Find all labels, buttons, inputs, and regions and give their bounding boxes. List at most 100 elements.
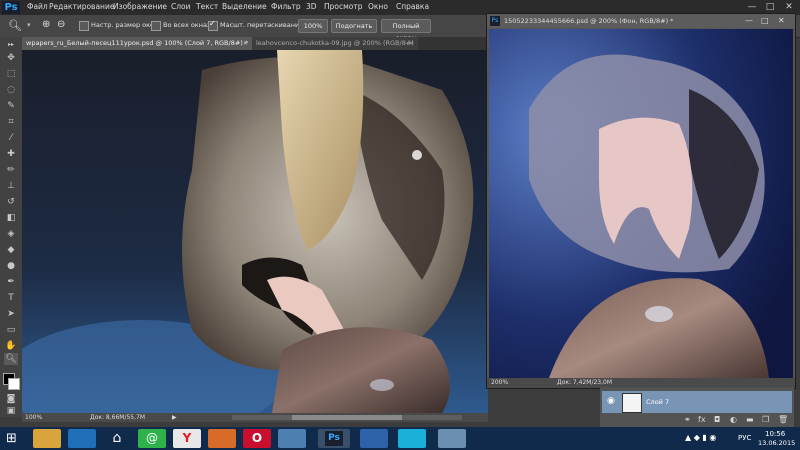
blur-tool-icon[interactable]: ◆ — [4, 244, 18, 256]
floating-doc-size: Док: 7,42М/23,0М — [557, 379, 613, 386]
tab-close-icon[interactable]: × — [409, 37, 414, 50]
resize-windows-checkbox[interactable] — [79, 21, 89, 31]
menu-file[interactable]: Файл — [27, 2, 48, 11]
maximize-icon[interactable]: □ — [762, 1, 778, 13]
horizontal-scrollbar[interactable] — [232, 415, 462, 420]
tab-label: leahovcenco-chukotka-09.jpg @ 200% (RGB/… — [256, 39, 414, 47]
shape-tool-icon[interactable]: ▭ — [4, 324, 18, 336]
link-layers-icon[interactable]: ⚭ — [684, 415, 691, 424]
quick-mask-icon[interactable]: ◙ — [4, 393, 18, 405]
menu-filter[interactable]: Фильтр — [271, 2, 301, 11]
marquee-tool-icon[interactable]: ⬚ — [4, 68, 18, 80]
tab-label: wpapers_ru_Белый-песец111урок.psd @ 100%… — [26, 39, 249, 47]
floating-zoom-value[interactable]: 200% — [491, 379, 508, 386]
sync-app-icon[interactable] — [398, 429, 426, 448]
toolbox: ▸▸ ✥ ⬚ ◌ ✎ ⌗ ⁄ ✚ ✏ ⊥ ↺ ◧ ◈ ◆ ● ✒ T ➤ ▭ ✋… — [0, 37, 23, 417]
bucket-tool-icon[interactable]: ◈ — [4, 228, 18, 240]
language-indicator[interactable]: РУС — [738, 434, 751, 442]
menu-3d[interactable]: 3D — [306, 2, 317, 11]
mask-icon[interactable]: ◘ — [714, 415, 720, 424]
minimize-icon[interactable]: — — [744, 1, 760, 13]
floating-canvas[interactable] — [489, 29, 793, 378]
zoom-out-icon[interactable]: ⊖ — [57, 19, 65, 30]
float-maximize-icon[interactable]: □ — [761, 14, 769, 28]
menu-image[interactable]: Изображение — [113, 2, 167, 11]
screen-mode-icon[interactable]: ▣ — [4, 405, 18, 417]
move-tool-icon[interactable]: ✥ — [4, 52, 18, 64]
computer-icon[interactable] — [68, 429, 96, 448]
adjustment-icon[interactable]: ◐ — [730, 415, 737, 424]
opera-icon[interactable]: O — [243, 429, 271, 448]
canvas-image — [22, 50, 488, 413]
quick-select-tool-icon[interactable]: ✎ — [4, 100, 18, 112]
fx-icon[interactable]: fx — [698, 415, 706, 424]
home-icon[interactable]: ⌂ — [103, 429, 131, 448]
main-canvas[interactable] — [22, 50, 488, 413]
status-arrow-icon[interactable]: ▶ — [172, 414, 177, 421]
paint-icon[interactable] — [278, 429, 306, 448]
floating-document-title: 15052233344455666.psd @ 200% (Фон, RGB/8… — [504, 17, 674, 25]
background-color-swatch[interactable] — [8, 378, 20, 390]
scrubby-zoom-label: Масшт. перетаскиванием — [220, 21, 309, 29]
fill-screen-button[interactable]: Полный экран — [381, 19, 431, 42]
menu-help[interactable]: Справка — [396, 2, 429, 11]
float-close-icon[interactable]: ✕ — [778, 14, 785, 28]
eyedropper-tool-icon[interactable]: ⁄ — [4, 132, 18, 144]
toolbox-collapse-icon[interactable]: ▸▸ — [4, 39, 18, 51]
menu-window[interactable]: Окно — [368, 2, 388, 11]
zoom-tool-icon[interactable]: 🔍︎ — [8, 19, 22, 32]
windows-start-icon[interactable]: ⊞ — [6, 431, 17, 446]
layers-panel: ◉ Слой 7 ⚭ fx ◘ ◐ ▬ ❐ 🗑︎ — [600, 387, 794, 427]
brush-tool-icon[interactable]: ✏ — [4, 164, 18, 176]
main-status-bar: 100% Док: 8,66М/55,7М ▶ — [22, 413, 488, 422]
stamp-tool-icon[interactable]: ⊥ — [4, 180, 18, 192]
tab-second-document[interactable]: leahovcenco-chukotka-09.jpg @ 200% (RGB/… — [252, 37, 418, 50]
healing-tool-icon[interactable]: ✚ — [4, 148, 18, 160]
dodge-tool-icon[interactable]: ● — [4, 260, 18, 272]
eraser-tool-icon[interactable]: ◧ — [4, 212, 18, 224]
scrollbar-thumb[interactable] — [292, 415, 402, 420]
layer-name[interactable]: Слой 7 — [646, 398, 669, 406]
yandex-browser-icon[interactable]: Y — [173, 429, 201, 448]
tab-active-document[interactable]: wpapers_ru_Белый-песец111урок.psd @ 100%… — [22, 37, 252, 50]
float-minimize-icon[interactable]: — — [745, 14, 753, 28]
close-icon[interactable]: ✕ — [781, 1, 797, 13]
hand-tool-icon[interactable]: ✋ — [4, 340, 18, 352]
zoom-tool-icon[interactable]: 🔍︎ — [4, 353, 18, 365]
menu-edit[interactable]: Редактирование — [49, 2, 114, 11]
menu-view[interactable]: Просмотр — [324, 2, 363, 11]
group-folder-icon[interactable]: ▬ — [746, 415, 754, 424]
fit-screen-button[interactable]: Подогнать — [331, 19, 377, 33]
main-zoom-value[interactable]: 100% — [25, 414, 42, 421]
new-layer-icon[interactable]: ❐ — [762, 415, 769, 424]
tray-icons[interactable]: ▲ ◆ ▮ ◉ — [685, 433, 716, 442]
clock-time[interactable]: 10:56 — [765, 430, 785, 438]
menu-text[interactable]: Текст — [196, 2, 218, 11]
zoom-100-button[interactable]: 100% — [298, 19, 328, 33]
menu-select[interactable]: Выделение — [222, 2, 267, 11]
mail-app-icon[interactable]: @ — [138, 429, 166, 448]
type-tool-icon[interactable]: T — [4, 292, 18, 304]
floating-document-titlebar[interactable]: Ps 15052233344455666.psd @ 200% (Фон, RG… — [487, 14, 795, 28]
lasso-tool-icon[interactable]: ◌ — [4, 84, 18, 96]
history-brush-tool-icon[interactable]: ↺ — [4, 196, 18, 208]
app-icon[interactable] — [360, 429, 388, 448]
chevron-down-icon[interactable]: ▾ — [27, 21, 31, 29]
trash-icon[interactable]: 🗑︎ — [778, 415, 788, 424]
photoshop-doc-icon: Ps — [490, 16, 500, 26]
file-explorer-icon[interactable] — [33, 429, 61, 448]
photoshop-taskbar-button[interactable]: Ps — [318, 429, 350, 448]
layer-row[interactable]: ◉ Слой 7 — [602, 391, 792, 413]
path-select-tool-icon[interactable]: ➤ — [4, 308, 18, 320]
image-viewer-icon[interactable] — [438, 429, 466, 448]
tab-close-icon[interactable]: × — [243, 37, 248, 50]
scrubby-zoom-checkbox[interactable] — [208, 19, 218, 31]
media-player-icon[interactable] — [208, 429, 236, 448]
crop-tool-icon[interactable]: ⌗ — [4, 116, 18, 128]
all-windows-checkbox[interactable] — [151, 21, 161, 31]
menu-layers[interactable]: Слои — [171, 2, 191, 11]
pen-tool-icon[interactable]: ✒ — [4, 276, 18, 288]
clock-date[interactable]: 13.06.2015 — [758, 439, 795, 447]
eye-icon[interactable]: ◉ — [607, 396, 615, 406]
zoom-in-icon[interactable]: ⊕ — [42, 19, 50, 30]
